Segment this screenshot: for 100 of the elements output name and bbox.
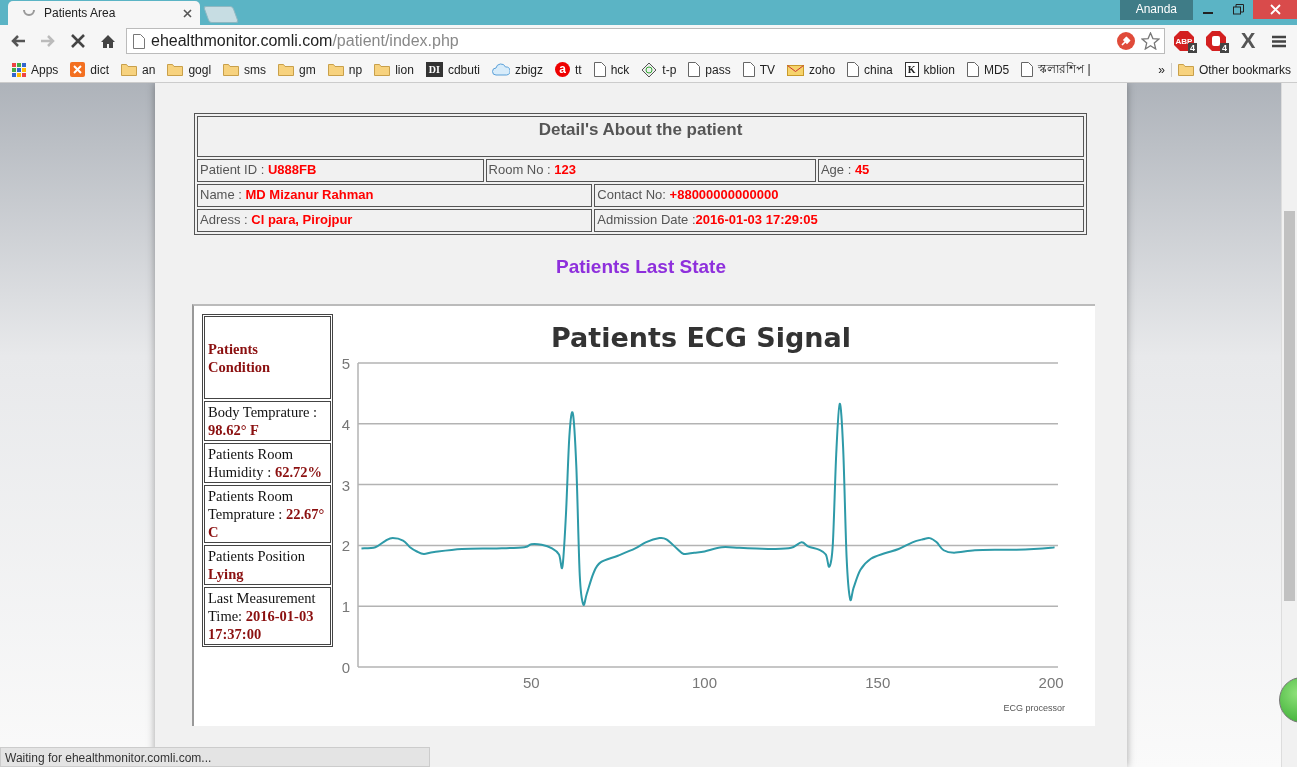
bookmark-item[interactable]: lion — [368, 62, 420, 77]
extension-button[interactable]: 4 — [1203, 29, 1229, 53]
bookmark-item[interactable]: dict — [64, 62, 116, 77]
address-field[interactable]: ehealthmonitor.comli.com/patient/index.php — [126, 28, 1165, 54]
cloud-icon — [491, 63, 510, 76]
x-extension-icon: X — [1240, 30, 1256, 52]
axis-tick-label: 50 — [522, 674, 540, 691]
field-value: 45 — [854, 162, 870, 177]
bookmark-item[interactable]: a tt — [549, 62, 588, 77]
axis-tick-label: 2 — [341, 537, 350, 555]
field-label: Patient ID : — [200, 162, 266, 177]
page-icon — [966, 62, 979, 77]
scrollbar-thumb[interactable] — [1284, 211, 1295, 601]
minimize-icon — [1203, 11, 1213, 14]
circle-icon: a — [555, 62, 570, 77]
close-icon — [1269, 4, 1281, 15]
field-value: 123 — [554, 162, 576, 177]
folder-icon — [1177, 63, 1194, 76]
table-cell: Body Temprature : 98.62° F — [204, 401, 331, 441]
folder-icon — [223, 63, 240, 76]
bookmark-item[interactable]: pass — [682, 62, 737, 77]
bookmark-item[interactable]: gogl — [161, 62, 218, 77]
folder-icon — [278, 63, 295, 76]
forward-arrow-icon — [40, 34, 56, 48]
extension-button[interactable]: X — [1235, 29, 1261, 53]
axis-tick-label: 200 — [1038, 674, 1064, 691]
page-icon — [847, 62, 860, 77]
table-cell: Patients Room Temprature : 22.67° C — [204, 485, 331, 543]
bookmark-item[interactable]: hck — [587, 62, 636, 77]
table-cell: Patients Room Humidity : 62.72% — [204, 443, 331, 483]
page-icon — [133, 33, 145, 49]
letter-icon: K — [904, 62, 919, 77]
field-label: Contact No: — [597, 187, 667, 202]
menu-icon — [1272, 34, 1286, 48]
folder-icon — [121, 63, 138, 76]
table-title: Patients Condition — [208, 339, 272, 376]
bookmark-item[interactable]: np — [321, 62, 369, 77]
profile-button[interactable]: Ananda — [1119, 0, 1193, 20]
scrollbar[interactable] — [1281, 83, 1297, 767]
plug-icon[interactable] — [1117, 32, 1135, 50]
field-label: Name : — [200, 187, 243, 202]
bookmark-item[interactable]: china — [841, 62, 899, 77]
mail-icon — [787, 63, 805, 76]
more-bookmarks-button[interactable]: » — [1152, 62, 1172, 77]
bookmark-item[interactable]: MD5 — [960, 62, 1016, 77]
stop-icon — [71, 34, 85, 48]
bookmark-item[interactable]: sms — [217, 62, 273, 77]
page-icon — [593, 62, 606, 77]
axis-tick-label: 4 — [341, 415, 350, 433]
close-window-button[interactable] — [1253, 0, 1297, 19]
bookmark-item[interactable]: gm — [272, 62, 322, 77]
chart-title: Patients ECG Signal — [551, 322, 851, 353]
page-icon — [1021, 62, 1034, 77]
folder-icon — [374, 63, 391, 76]
page-icon — [742, 62, 755, 77]
browser-tab[interactable]: Patients Area — [8, 1, 200, 25]
field-value: U888FB — [267, 162, 317, 177]
restore-icon — [1232, 4, 1244, 15]
bookmark-item[interactable]: an — [115, 62, 162, 77]
bookmark-item[interactable]: স্কলারশিপ | — [1015, 59, 1097, 80]
bookmark-item[interactable]: Other bookmarks — [1171, 62, 1297, 77]
hand-stop-icon — [1206, 31, 1226, 51]
home-icon — [100, 33, 116, 49]
bookmark-item[interactable]: t-p — [635, 61, 683, 78]
bookmark-item[interactable]: zbigz — [485, 62, 549, 77]
close-tab-icon[interactable] — [183, 8, 192, 18]
axis-tick-label: 5 — [341, 355, 350, 372]
field-value: MD Mizanur Rahman — [245, 187, 374, 202]
table-title: Detail's About the patient — [197, 116, 1084, 157]
bookmark-item[interactable]: TV — [736, 62, 782, 77]
table-cell: Last Measurement Time: 2016-01-03 17:37:00 — [204, 587, 331, 645]
table-cell: Patients Position Lying — [204, 545, 331, 585]
star-icon[interactable] — [1141, 32, 1160, 50]
field-label: Room No : — [488, 162, 552, 177]
status-bar: Waiting for ehealthmonitor.comli.com... — [0, 747, 430, 767]
chart-credit: ECG processor — [1003, 703, 1065, 713]
diamond-icon — [641, 61, 658, 78]
apps-grid-icon — [12, 62, 26, 77]
bookmark-item[interactable]: K kblion — [898, 62, 961, 77]
axis-tick-label: 3 — [341, 476, 350, 494]
back-arrow-icon — [10, 34, 26, 48]
axis-tick-label: 100 — [692, 674, 718, 691]
page-icon — [688, 62, 701, 77]
xampp-icon — [70, 62, 86, 77]
folder-icon — [327, 63, 344, 76]
field-label: Adress : — [200, 212, 249, 227]
bookmark-item[interactable]: zoho — [781, 62, 842, 77]
bookmark-item[interactable]: Apps — [6, 62, 65, 77]
field-value: Cl para, Pirojpur — [251, 212, 353, 227]
axis-tick-label: 0 — [341, 659, 350, 676]
bookmark-item[interactable]: DI cdbuti — [419, 62, 486, 77]
axis-tick-label: 1 — [341, 598, 350, 616]
section-title: Patients Last State — [555, 256, 727, 278]
field-label: Admission Date : — [597, 212, 696, 227]
axis-tick-label: 150 — [865, 674, 891, 691]
extension-button[interactable]: ABP 4 — [1171, 29, 1197, 53]
field-value: +88000000000000 — [669, 187, 779, 202]
field-label: Age : — [820, 162, 853, 177]
letter-icon: DI — [425, 62, 443, 77]
folder-icon — [167, 63, 184, 76]
